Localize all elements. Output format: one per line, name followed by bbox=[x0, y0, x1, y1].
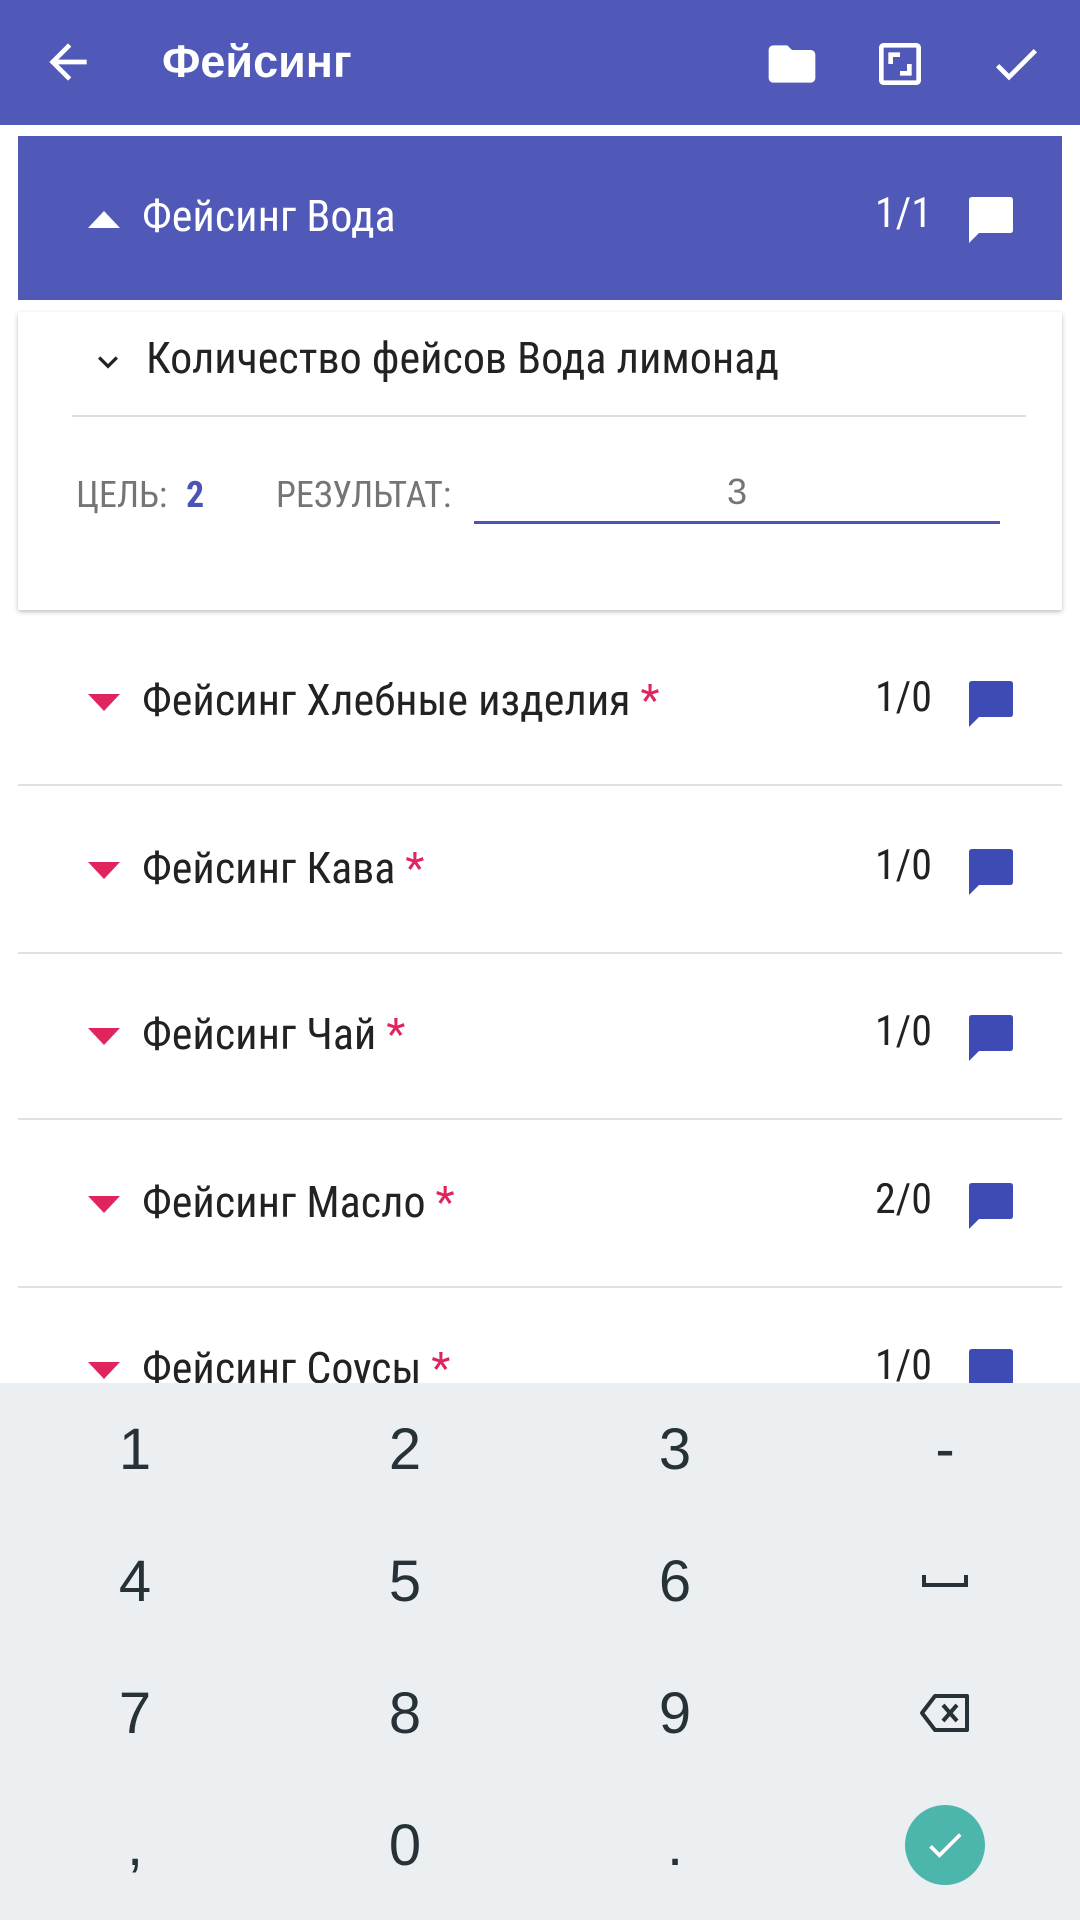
question-label: Количество фейсов Вода лимонад bbox=[146, 332, 779, 384]
numeric-keyboard: 1 2 3 - 4 5 6 7 8 9 , 0 . bbox=[0, 1383, 1080, 1920]
row-label: Фейсинг Хлебные изделия * bbox=[142, 672, 659, 728]
comment-icon[interactable] bbox=[966, 848, 1016, 900]
goal-value: 2 bbox=[186, 474, 205, 516]
row-label-text: Фейсинг Масло bbox=[142, 1176, 426, 1228]
list-item[interactable]: Фейсинг Чай * 1/0 bbox=[18, 954, 1062, 1120]
key-6[interactable]: 6 bbox=[540, 1515, 810, 1647]
enter-key[interactable] bbox=[810, 1779, 1080, 1911]
collapse-arrow-icon[interactable] bbox=[86, 208, 122, 234]
space-key[interactable] bbox=[810, 1515, 1080, 1647]
app-bar: Фейсинг bbox=[0, 0, 1080, 125]
question-card: Количество фейсов Вода лимонад ЦЕЛЬ: 2 Р… bbox=[18, 312, 1062, 610]
required-mark: * bbox=[640, 674, 660, 726]
row-label: Фейсинг Чай * bbox=[142, 1006, 405, 1062]
result-input[interactable] bbox=[474, 462, 1000, 524]
key-8[interactable]: 8 bbox=[270, 1647, 540, 1779]
key-3[interactable]: 3 bbox=[540, 1383, 810, 1515]
key-5[interactable]: 5 bbox=[270, 1515, 540, 1647]
list-item[interactable]: Фейсинг Кава * 1/0 bbox=[18, 788, 1062, 954]
expand-arrow-icon[interactable] bbox=[86, 1194, 122, 1220]
space-icon bbox=[922, 1575, 968, 1587]
key-dot[interactable]: . bbox=[540, 1779, 810, 1911]
row-count: 2/0 bbox=[874, 1175, 932, 1224]
row-label-text: Фейсинг Кава bbox=[142, 842, 396, 894]
key-1[interactable]: 1 bbox=[0, 1383, 270, 1515]
goal-label: ЦЕЛЬ: bbox=[76, 474, 168, 516]
divider bbox=[72, 415, 1026, 417]
comment-icon[interactable] bbox=[966, 1014, 1016, 1066]
row-label: Фейсинг Кава * bbox=[142, 840, 424, 896]
key-comma[interactable]: , bbox=[0, 1779, 270, 1911]
required-mark: * bbox=[405, 842, 425, 894]
comment-icon[interactable] bbox=[966, 680, 1016, 732]
check-icon[interactable] bbox=[988, 36, 1044, 92]
enter-check-icon bbox=[905, 1805, 985, 1885]
key-0[interactable]: 0 bbox=[270, 1779, 540, 1911]
back-arrow-icon[interactable] bbox=[40, 34, 96, 90]
comment-icon[interactable] bbox=[966, 196, 1016, 248]
folder-icon[interactable] bbox=[764, 36, 820, 92]
comment-icon[interactable] bbox=[966, 1182, 1016, 1234]
result-label: РЕЗУЛЬТАТ: bbox=[276, 474, 452, 516]
row-label-text: Фейсинг Чай bbox=[142, 1008, 377, 1060]
key-4[interactable]: 4 bbox=[0, 1515, 270, 1647]
key-minus[interactable]: - bbox=[810, 1383, 1080, 1515]
row-label-text: Фейсинг Хлебные изделия bbox=[142, 674, 631, 726]
row-count: 1/0 bbox=[874, 1007, 932, 1056]
expand-arrow-icon[interactable] bbox=[86, 692, 122, 718]
fullscreen-icon[interactable] bbox=[872, 36, 928, 92]
list-item[interactable]: Фейсинг Хлебные изделия * 1/0 bbox=[18, 620, 1062, 786]
section-header-water[interactable]: Фейсинг Вода 1/1 bbox=[18, 136, 1062, 300]
app-bar-separator bbox=[0, 125, 1080, 135]
required-mark: * bbox=[386, 1008, 406, 1060]
expand-arrow-icon[interactable] bbox=[86, 860, 122, 886]
section-count: 1/1 bbox=[874, 189, 932, 238]
key-7[interactable]: 7 bbox=[0, 1647, 270, 1779]
backspace-icon bbox=[920, 1694, 969, 1732]
row-count: 1/0 bbox=[874, 841, 932, 890]
backspace-key[interactable] bbox=[810, 1647, 1080, 1779]
row-label: Фейсинг Масло * bbox=[142, 1174, 455, 1230]
list-item[interactable]: Фейсинг Масло * 2/0 bbox=[18, 1122, 1062, 1288]
chevron-down-icon[interactable] bbox=[88, 342, 128, 386]
key-2[interactable]: 2 bbox=[270, 1383, 540, 1515]
required-mark: * bbox=[435, 1176, 455, 1228]
key-9[interactable]: 9 bbox=[540, 1647, 810, 1779]
section-label: Фейсинг Вода bbox=[142, 190, 396, 242]
row-count: 1/0 bbox=[874, 673, 932, 722]
page-title: Фейсинг bbox=[162, 36, 352, 87]
expand-arrow-icon[interactable] bbox=[86, 1026, 122, 1052]
